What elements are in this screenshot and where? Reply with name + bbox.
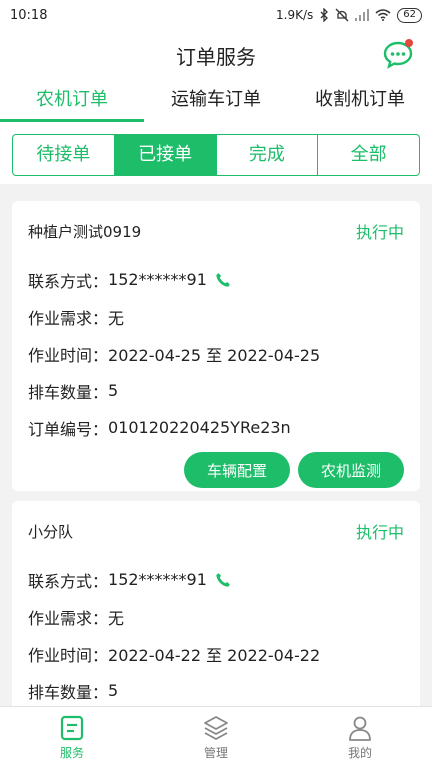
contact-label: 联系方式： xyxy=(28,271,109,291)
phone-icon[interactable] xyxy=(215,572,231,588)
order-customer-name: 小分队 xyxy=(28,522,74,541)
order-actions: 车辆配置 农机监测 xyxy=(28,446,404,488)
nav-management-label: 管理 xyxy=(203,746,228,760)
order-number-value: 010120220425YRe23n xyxy=(108,418,291,437)
filter-all[interactable]: 全部 xyxy=(318,135,419,175)
order-contact-row: 联系方式： 152******91 xyxy=(28,561,404,598)
tab-farm-machinery[interactable]: 农机订单 xyxy=(0,80,144,122)
count-value: 5 xyxy=(108,681,119,700)
demand-label: 作业需求： xyxy=(28,308,109,328)
order-count-row: 排车数量： 5 xyxy=(28,672,404,706)
filter-pending[interactable]: 待接单 xyxy=(13,135,115,175)
order-type-tabs: 农机订单 运输车订单 收割机订单 xyxy=(0,80,432,122)
order-status: 执行中 xyxy=(355,523,404,542)
status-bar: 10:18 1.9K/s 62 xyxy=(0,0,432,30)
status-filter: 待接单 已接单 完成 全部 xyxy=(12,134,420,176)
contact-value: 152******91 xyxy=(108,570,207,589)
status-right: 1.9K/s 62 xyxy=(276,7,422,23)
order-demand-row: 作业需求： 无 xyxy=(28,298,404,335)
time-value: 2022-04-22 至 2022-04-22 xyxy=(108,645,321,665)
demand-value: 无 xyxy=(108,308,125,328)
bottom-navigation: 服务 管理 我的 xyxy=(0,706,432,768)
time-label: 作业时间： xyxy=(28,645,109,665)
chat-bubble-icon xyxy=(383,39,413,69)
tab-transport-vehicle[interactable]: 运输车订单 xyxy=(144,80,288,122)
time-value: 2022-04-25 至 2022-04-25 xyxy=(108,345,321,365)
service-icon xyxy=(60,715,84,741)
order-contact-row: 联系方式： 152******91 xyxy=(28,261,404,298)
nav-profile-label: 我的 xyxy=(347,746,372,760)
order-status: 执行中 xyxy=(355,223,404,242)
wifi-icon xyxy=(375,9,391,21)
user-icon xyxy=(349,716,371,741)
count-label: 排车数量： xyxy=(28,682,109,702)
status-time: 10:18 xyxy=(10,7,48,23)
order-card[interactable]: 种植户测试0919 执行中 联系方式： 152******91 作业需求： 无 … xyxy=(12,201,420,491)
nav-profile[interactable]: 我的 xyxy=(288,707,432,768)
order-card[interactable]: 小分队 执行中 联系方式： 152******91 作业需求： 无 作业时间： … xyxy=(12,501,420,706)
app-header: 订单服务 xyxy=(0,30,432,80)
nav-service[interactable]: 服务 xyxy=(0,707,144,768)
net-speed: 1.9K/s xyxy=(276,8,314,22)
order-number-label: 订单编号： xyxy=(28,419,109,439)
demand-label: 作业需求： xyxy=(28,608,109,628)
filter-completed[interactable]: 完成 xyxy=(217,135,319,175)
bluetooth-icon xyxy=(320,8,329,22)
vehicle-config-button[interactable]: 车辆配置 xyxy=(184,452,290,488)
notification-dot xyxy=(405,39,413,47)
mute-icon xyxy=(335,8,349,22)
page-title: 订单服务 xyxy=(176,44,256,69)
count-value: 5 xyxy=(108,381,119,400)
time-label: 作业时间： xyxy=(28,345,109,365)
chat-button[interactable] xyxy=(382,38,414,70)
order-number-row: 订单编号： 010120220425YRe23n xyxy=(28,409,404,446)
layers-icon xyxy=(204,716,228,740)
filter-accepted[interactable]: 已接单 xyxy=(114,135,217,175)
order-customer-name: 种植户测试0919 xyxy=(28,222,142,241)
order-demand-row: 作业需求： 无 xyxy=(28,598,404,635)
signal-icon xyxy=(355,9,370,21)
order-card-header: 小分队 执行中 xyxy=(28,501,404,561)
nav-management[interactable]: 管理 xyxy=(144,707,288,768)
count-label: 排车数量： xyxy=(28,382,109,402)
order-count-row: 排车数量： 5 xyxy=(28,372,404,409)
contact-label: 联系方式： xyxy=(28,571,109,591)
status-filter-bar: 待接单 已接单 完成 全部 xyxy=(0,122,432,184)
order-time-row: 作业时间： 2022-04-22 至 2022-04-22 xyxy=(28,635,404,672)
battery-indicator: 62 xyxy=(397,7,422,23)
order-list[interactable]: 种植户测试0919 执行中 联系方式： 152******91 作业需求： 无 … xyxy=(0,184,432,706)
contact-value: 152******91 xyxy=(108,270,207,289)
demand-value: 无 xyxy=(108,608,125,628)
phone-icon[interactable] xyxy=(215,272,231,288)
machinery-monitor-button[interactable]: 农机监测 xyxy=(298,452,404,488)
tab-harvester[interactable]: 收割机订单 xyxy=(288,80,432,122)
nav-service-label: 服务 xyxy=(59,746,84,760)
order-card-header: 种植户测试0919 执行中 xyxy=(28,201,404,261)
order-time-row: 作业时间： 2022-04-25 至 2022-04-25 xyxy=(28,335,404,372)
